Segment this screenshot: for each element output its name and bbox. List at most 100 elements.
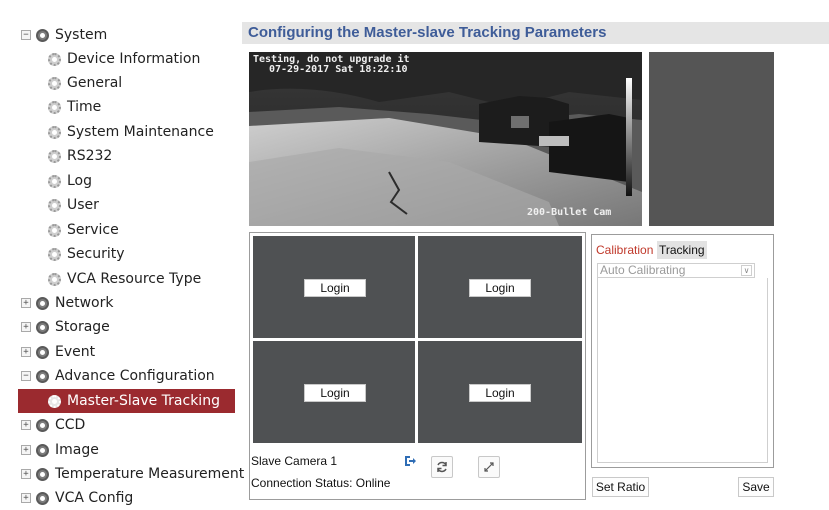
- tree-item-label: General: [67, 75, 123, 91]
- tree-item-label: Event: [55, 344, 96, 360]
- tree-item-vca-resource-type[interactable]: VCA Resource Type: [0, 267, 237, 291]
- sidebar-tree: − System Device Information General Time…: [0, 20, 244, 510]
- tree-item-system[interactable]: − System: [0, 23, 237, 47]
- tree-item-general[interactable]: General: [0, 71, 237, 95]
- gear-icon: [48, 223, 61, 237]
- gear-icon: [48, 272, 61, 286]
- folder-node-icon: [36, 443, 49, 457]
- connection-status: Connection Status: Online: [251, 476, 391, 490]
- refresh-icon: [437, 461, 447, 473]
- set-ratio-button[interactable]: Set Ratio: [592, 477, 649, 497]
- folder-node-icon: [36, 28, 49, 42]
- tree-item-label: System: [55, 27, 108, 43]
- folder-node-icon: [36, 296, 49, 310]
- tree-item-network[interactable]: + Network: [0, 291, 237, 315]
- tree-item-temperature-measurement[interactable]: + Temperature Measurement: [0, 462, 244, 486]
- tree-item-label: RS232: [67, 148, 113, 164]
- calibration-content-area: [597, 278, 768, 463]
- slave-camera-panel: Login Login Login Login Slave Camera 1 C…: [249, 232, 586, 500]
- tree-item-label: Master-Slave Tracking: [67, 393, 220, 409]
- tree-item-label: User: [67, 197, 99, 213]
- tab-calibration[interactable]: Calibration: [596, 243, 653, 257]
- thermal-scene-image: [249, 52, 642, 226]
- save-button[interactable]: Save: [738, 477, 774, 497]
- login-button[interactable]: Login: [469, 384, 531, 402]
- slave-camera-cell-2[interactable]: Login: [418, 236, 582, 338]
- tree-item-security[interactable]: Security: [0, 242, 237, 266]
- tree-item-label: Storage: [55, 319, 110, 335]
- slave-camera-cell-3[interactable]: Login: [253, 341, 415, 443]
- slave-camera-label: Slave Camera 1: [251, 454, 338, 468]
- tree-item-log[interactable]: Log: [0, 169, 237, 193]
- folder-node-icon: [36, 491, 49, 505]
- expand-icon[interactable]: +: [21, 347, 31, 357]
- slave-camera-cell-1[interactable]: Login: [253, 236, 415, 338]
- tree-item-label: Security: [67, 246, 125, 262]
- tree-item-system-maintenance[interactable]: System Maintenance: [0, 120, 237, 144]
- osd-timestamp: 07-29-2017 Sat 18:22:10: [269, 64, 408, 75]
- fullscreen-button[interactable]: [478, 456, 500, 478]
- gear-icon: [48, 100, 61, 114]
- slave-camera-cell-4[interactable]: Login: [418, 341, 582, 443]
- tree-item-event[interactable]: + Event: [0, 340, 237, 364]
- tree-item-vca-config[interactable]: + VCA Config: [0, 486, 237, 510]
- tree-item-device-information[interactable]: Device Information: [0, 47, 237, 71]
- gear-icon: [48, 149, 61, 163]
- login-button[interactable]: Login: [304, 279, 366, 297]
- expand-icon[interactable]: +: [21, 298, 31, 308]
- gear-icon: [48, 125, 61, 139]
- gear-icon: [48, 394, 61, 408]
- tree-item-label: Image: [55, 442, 99, 458]
- tree-item-label: Log: [67, 173, 93, 189]
- expand-icon[interactable]: +: [21, 322, 31, 332]
- folder-node-icon: [36, 467, 49, 481]
- expand-icon[interactable]: +: [21, 469, 31, 479]
- tree-item-storage[interactable]: + Storage: [0, 315, 237, 339]
- expand-icon[interactable]: +: [21, 420, 31, 430]
- tree-item-image[interactable]: + Image: [0, 438, 237, 462]
- tree-item-label: Time: [67, 99, 102, 115]
- tree-item-master-slave-tracking[interactable]: Master-Slave Tracking: [18, 389, 235, 413]
- login-button[interactable]: Login: [304, 384, 366, 402]
- login-button[interactable]: Login: [469, 279, 531, 297]
- osd-camera-name: 200-Bullet Cam: [527, 207, 612, 218]
- secondary-camera-view[interactable]: [649, 52, 774, 226]
- tree-item-label: VCA Config: [55, 490, 134, 506]
- gear-icon: [48, 247, 61, 261]
- gear-icon: [48, 198, 61, 212]
- calibration-mode-select[interactable]: Auto Calibrating ∨: [597, 263, 755, 278]
- tree-item-advance-configuration[interactable]: − Advance Configuration: [0, 364, 237, 388]
- master-camera-live-view[interactable]: Testing, do not upgrade it 07-29-2017 Sa…: [249, 52, 642, 226]
- collapse-icon[interactable]: −: [21, 30, 31, 40]
- collapse-icon[interactable]: −: [21, 371, 31, 381]
- tree-item-label: Device Information: [67, 51, 201, 67]
- tree-item-label: Network: [55, 295, 114, 311]
- tree-item-ccd[interactable]: + CCD: [0, 413, 237, 437]
- tree-item-rs232[interactable]: RS232: [0, 144, 237, 168]
- page-title: Configuring the Master-slave Tracking Pa…: [248, 24, 607, 41]
- refresh-button[interactable]: [431, 456, 453, 478]
- folder-node-icon: [36, 345, 49, 359]
- tab-tracking[interactable]: Tracking: [657, 241, 707, 259]
- calibration-panel: Calibration Tracking Auto Calibrating ∨: [591, 234, 774, 468]
- gear-icon: [48, 52, 61, 66]
- expand-icon[interactable]: +: [21, 493, 31, 503]
- tree-item-label: Temperature Measurement: [55, 466, 245, 482]
- folder-node-icon: [36, 320, 49, 334]
- tree-item-label: VCA Resource Type: [67, 271, 202, 287]
- folder-node-icon: [36, 418, 49, 432]
- logout-icon[interactable]: [403, 453, 417, 467]
- tree-item-label: Service: [67, 222, 119, 238]
- expand-arrows-icon: [484, 462, 494, 472]
- chevron-down-icon[interactable]: ∨: [741, 265, 752, 276]
- gear-icon: [48, 174, 61, 188]
- tree-item-time[interactable]: Time: [0, 95, 237, 119]
- tree-item-service[interactable]: Service: [0, 218, 237, 242]
- expand-icon[interactable]: +: [21, 445, 31, 455]
- tree-item-user[interactable]: User: [0, 193, 237, 217]
- gear-icon: [48, 76, 61, 90]
- tree-item-label: System Maintenance: [67, 124, 214, 140]
- page-header: Configuring the Master-slave Tracking Pa…: [242, 22, 829, 44]
- folder-node-icon: [36, 369, 49, 383]
- tree-item-label: Advance Configuration: [55, 368, 215, 384]
